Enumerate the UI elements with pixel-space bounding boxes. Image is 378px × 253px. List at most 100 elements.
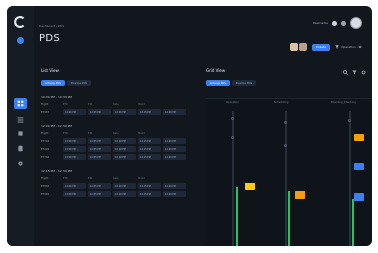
grid-toggle-previous[interactable]: Previous PDS [231, 80, 257, 86]
grid-view-title: Grid View [206, 68, 226, 73]
column-header: ETA [88, 102, 93, 106]
timeline-node[interactable] [284, 121, 287, 124]
dropdown-label: Operation [341, 45, 356, 49]
sidebar-item-box[interactable] [14, 128, 27, 139]
time-chip[interactable]: 12:05 PM [88, 109, 111, 115]
list-toggle-previous[interactable]: Previous PDS [66, 80, 92, 86]
time-chip[interactable]: 12:10 PM [113, 183, 136, 189]
row-label: ET745 [41, 139, 50, 143]
time-chip[interactable]: 12:20 PM [163, 146, 186, 152]
event-card-orange[interactable] [295, 191, 305, 199]
timeline-node[interactable] [284, 144, 287, 147]
grid-toggle-active[interactable]: Actively PDS [206, 80, 230, 86]
table-row[interactable]: ET245 12:00 PM 12:05 PM 12:10 PM 12:15 PM 12:… [41, 146, 201, 152]
column-header: ETD [63, 131, 68, 135]
sidebar-item-settings[interactable] [14, 158, 27, 169]
time-chip[interactable]: 12:15 PM [138, 154, 161, 160]
timeline-node[interactable] [231, 117, 234, 120]
time-chip[interactable]: 12:10 PM [113, 191, 136, 197]
box-icon [18, 131, 23, 136]
event-card-orange[interactable] [354, 134, 364, 141]
time-chip[interactable]: 12:05 PM [88, 146, 111, 152]
time-chip[interactable]: 12:15 PM [138, 138, 161, 144]
gear-icon [18, 161, 23, 166]
column-header: Stand [138, 102, 145, 106]
time-chip[interactable]: 12:10 PM [113, 138, 136, 144]
timeline-node[interactable] [231, 136, 234, 139]
page-title: PDS [39, 33, 60, 44]
thumbnail-1[interactable] [290, 43, 299, 51]
settings-icon[interactable] [361, 70, 366, 75]
event-card-blue[interactable] [354, 163, 364, 170]
time-chip[interactable]: 12:10 PM [113, 146, 136, 152]
grid-tools [343, 70, 366, 75]
time-chip[interactable]: 12:20 PM [163, 109, 186, 115]
thumbnail-2[interactable] [299, 43, 308, 51]
column-header: ETD [63, 102, 68, 106]
time-chip[interactable]: 12:05 PM [88, 183, 111, 189]
time-chip[interactable]: 12:00 PM [63, 146, 86, 152]
time-chip[interactable]: 12:00 PM [63, 183, 86, 189]
create-button[interactable]: Create [312, 43, 331, 51]
column-header: ETD [63, 176, 68, 180]
table-row[interactable]: ET981 12:00 PM 12:05 PM 12:10 PM 12:15 PM 12:… [41, 191, 201, 197]
group-time: 10:00 PM - 10:30 PM [41, 95, 72, 99]
time-chip[interactable]: 12:15 PM [138, 146, 161, 152]
bell-icon[interactable] [332, 20, 337, 26]
time-chip[interactable]: 12:05 PM [88, 191, 111, 197]
time-chip[interactable]: 12:10 PM [113, 109, 136, 115]
settings-dot-icon[interactable] [341, 20, 346, 26]
time-chip[interactable]: 12:00 PM [63, 191, 86, 197]
time-chip[interactable]: 12:15 PM [138, 109, 161, 115]
column-header: Gate [113, 131, 119, 135]
time-chip[interactable]: 12:00 PM [63, 154, 86, 160]
event-card-yellow[interactable] [245, 183, 255, 190]
timeline-node[interactable] [348, 119, 351, 122]
column-header: Gate [113, 102, 119, 106]
column-header: Flight [41, 131, 49, 135]
table-row[interactable]: ET865 12:00 PM 12:05 PM 12:10 PM 12:15 PM 12:… [41, 183, 201, 189]
time-chip[interactable]: 12:20 PM [163, 154, 186, 160]
list-toggle-active[interactable]: Actively PDS [41, 80, 65, 86]
stack-icon [18, 145, 23, 152]
event-card-blue[interactable] [354, 193, 364, 201]
grid-view-toggle: Actively PDS Previous PDS [206, 80, 257, 86]
sidebar-item-list[interactable] [14, 114, 27, 125]
column-header: Stand [138, 176, 145, 180]
filter-icon[interactable] [352, 70, 357, 75]
time-chip[interactable]: 12:10 PM [113, 154, 136, 160]
column-header: Stand [138, 131, 145, 135]
time-chip[interactable]: 12:05 PM [88, 154, 111, 160]
time-chip[interactable]: 12:20 PM [163, 183, 186, 189]
time-chip[interactable]: 12:20 PM [163, 191, 186, 197]
timeline-track-1 [232, 111, 234, 246]
group-time: 12:15 PM - 12:30 PM [41, 169, 72, 173]
time-chip[interactable]: 12:20 PM [163, 138, 186, 144]
sidebar-item-stack[interactable] [14, 143, 27, 154]
timeline-progress-1 [236, 187, 238, 246]
app-window: Dashboard / PDS PDS Username Create Oper… [7, 6, 372, 246]
row-label: ET245 [41, 147, 50, 151]
grid-icon [17, 100, 24, 107]
timeline-track-3 [349, 111, 351, 246]
time-chip[interactable]: 12:05 PM [88, 138, 111, 144]
search-icon[interactable] [343, 70, 348, 75]
user-name: Username [312, 21, 328, 25]
table-row[interactable]: ET766 12:00 PM 12:05 PM 12:10 PM 12:15 PM 12:… [41, 154, 201, 160]
table-header-row: Flight ETD ETA Gate Stand [41, 175, 201, 181]
column-header: Gate [113, 176, 119, 180]
sidebar-item-dashboard[interactable] [14, 98, 27, 109]
operation-dropdown[interactable]: Operation [335, 45, 362, 49]
time-chip[interactable]: 12:00 PM [63, 138, 86, 144]
table-row[interactable]: ET987 12:00 PM 12:05 PM 12:10 PM 12:15 PM 12:… [41, 109, 201, 115]
table-row[interactable]: ET745 12:00 PM 12:05 PM 12:10 PM 12:15 PM 12:… [41, 138, 201, 144]
breadcrumb[interactable]: Dashboard / PDS [39, 24, 64, 28]
avatar[interactable] [350, 17, 362, 29]
time-chip[interactable]: 12:15 PM [138, 183, 161, 189]
table-header-row: Flight ETD ETA Gate Stand [41, 130, 201, 136]
list-view: 10:00 PM - 10:30 PM Flight ETD ETA Gate Stand… [41, 95, 201, 206]
time-chip[interactable]: 12:15 PM [138, 191, 161, 197]
column-header: Flight [41, 102, 49, 106]
column-header: Flight [41, 176, 49, 180]
time-chip[interactable]: 12:00 PM [63, 109, 86, 115]
